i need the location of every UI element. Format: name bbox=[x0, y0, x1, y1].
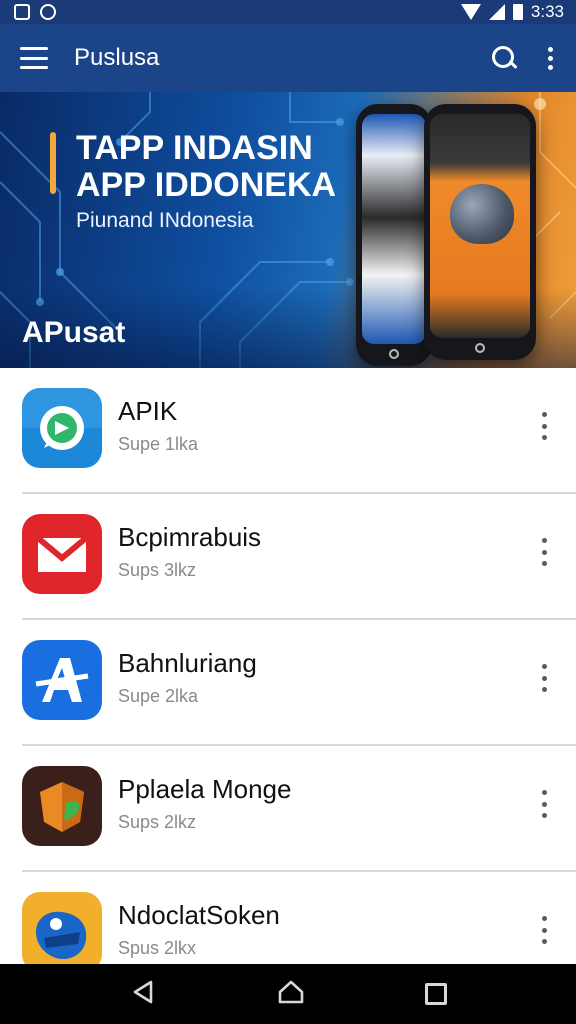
app-subtitle: Sups 2lkz bbox=[118, 812, 197, 832]
overflow-menu-icon[interactable] bbox=[540, 38, 560, 78]
app-name: Pplaela Monge bbox=[118, 774, 292, 804]
notification-icon bbox=[40, 4, 56, 20]
battery-icon bbox=[512, 4, 523, 20]
system-nav-bar bbox=[0, 964, 576, 1024]
item-overflow-menu-icon[interactable] bbox=[536, 790, 552, 818]
status-bar: 3:33 bbox=[0, 0, 576, 24]
robot-figure-image bbox=[450, 184, 514, 244]
phone-mockup-left bbox=[356, 104, 432, 366]
status-notifications bbox=[14, 4, 56, 20]
banner-text: TAPP INDASIN APP IDDONEKA Piunand INdone… bbox=[50, 129, 337, 233]
mail-envelope-icon bbox=[22, 514, 102, 594]
list-item[interactable]: Pplaela Monge Sups 2lkz bbox=[0, 746, 576, 872]
recent-apps-icon[interactable] bbox=[424, 983, 447, 1005]
list-item[interactable]: Bahnluriang Supe 2lka bbox=[0, 620, 576, 746]
app-subtitle: Sups 3lkz bbox=[118, 560, 197, 580]
search-icon[interactable] bbox=[484, 38, 524, 78]
app-name: Bahnluriang bbox=[118, 648, 257, 678]
whatsapp-like-icon bbox=[22, 388, 102, 468]
item-overflow-menu-icon[interactable] bbox=[536, 916, 552, 944]
promo-banner[interactable]: TAPP INDASIN APP IDDONEKA Piunand INdone… bbox=[0, 92, 576, 368]
letter-a-icon bbox=[22, 640, 102, 720]
list-item[interactable]: APIK Supe 1lka bbox=[0, 368, 576, 494]
app-subtitle: Spus 2lkx bbox=[118, 938, 197, 958]
banner-section-label: APusat bbox=[22, 316, 126, 349]
notification-icon bbox=[14, 4, 30, 20]
banner-accent-bar bbox=[50, 132, 56, 194]
phone-screen bbox=[362, 114, 426, 344]
status-indicators: 3:33 bbox=[460, 2, 564, 22]
phone-home-button bbox=[389, 349, 399, 359]
signal-icon bbox=[488, 4, 505, 20]
phone-mockup-right bbox=[424, 104, 536, 360]
home-icon[interactable] bbox=[276, 978, 306, 1011]
banner-headline-2: APP IDDONEKA bbox=[76, 165, 337, 204]
item-overflow-menu-icon[interactable] bbox=[536, 664, 552, 692]
app-name: Bcpimrabuis bbox=[118, 522, 262, 552]
status-time: 3:33 bbox=[530, 2, 564, 21]
orange-shield-icon bbox=[22, 766, 102, 846]
app-bar: Puslusa bbox=[0, 24, 576, 92]
app-subtitle: Supe 1lka bbox=[118, 434, 199, 454]
banner-subtitle: Piunand INdonesia bbox=[76, 209, 254, 233]
phone-home-button bbox=[475, 343, 485, 353]
wifi-icon bbox=[460, 4, 481, 20]
list-item[interactable]: NdoclatSoken Spus 2lkx bbox=[0, 872, 576, 964]
app-title: Puslusa bbox=[74, 44, 160, 71]
hamburger-menu-icon[interactable] bbox=[20, 47, 48, 69]
phone-screen bbox=[430, 114, 530, 338]
app-name: APIK bbox=[118, 396, 178, 426]
item-overflow-menu-icon[interactable] bbox=[536, 412, 552, 440]
list-item[interactable]: Bcpimrabuis Sups 3lkz bbox=[0, 494, 576, 620]
back-icon[interactable] bbox=[129, 978, 157, 1011]
banner-headline-1: TAPP INDASIN bbox=[76, 129, 313, 167]
item-overflow-menu-icon[interactable] bbox=[536, 538, 552, 566]
blue-badge-icon bbox=[22, 892, 102, 964]
app-name: NdoclatSoken bbox=[118, 900, 280, 930]
app-list: APIK Supe 1lka Bcpimrabuis Sups 3lkz Bah… bbox=[0, 368, 576, 964]
app-subtitle: Supe 2lka bbox=[118, 686, 199, 706]
